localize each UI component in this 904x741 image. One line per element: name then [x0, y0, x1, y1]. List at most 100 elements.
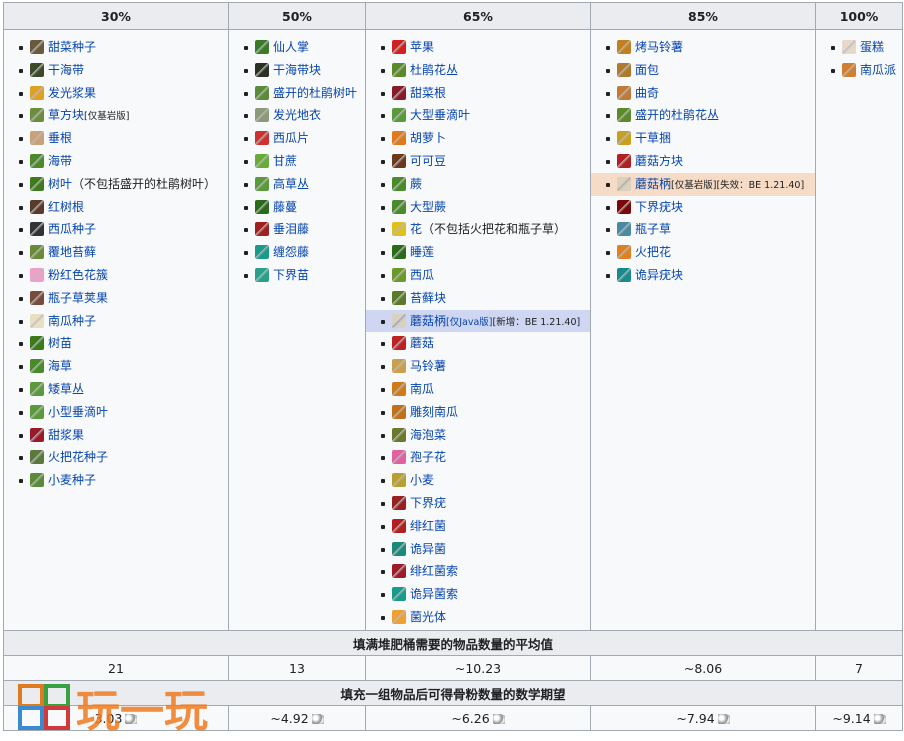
- item-link[interactable]: 绯红菌: [410, 519, 446, 533]
- item-link[interactable]: 火把花种子: [48, 450, 108, 464]
- item-link[interactable]: 藤蔓: [273, 200, 297, 214]
- item-link[interactable]: 干海带: [48, 63, 84, 77]
- item-link[interactable]: 诡异疣块: [635, 268, 683, 282]
- item-link[interactable]: 西瓜: [410, 268, 434, 282]
- item-link[interactable]: 烤马铃薯: [635, 40, 683, 54]
- bullet: [19, 114, 23, 119]
- expect-number: 3.03: [94, 710, 123, 726]
- list-item: 南瓜派: [816, 59, 902, 82]
- bullet: [244, 137, 248, 142]
- item-link[interactable]: 海草: [48, 359, 72, 373]
- item-link[interactable]: 菌光体: [410, 610, 446, 624]
- apple-icon: [392, 40, 406, 54]
- item-link[interactable]: 西瓜片: [273, 131, 309, 145]
- item-link[interactable]: 南瓜种子: [48, 314, 96, 328]
- item-link[interactable]: 蕨: [410, 177, 422, 191]
- item-link[interactable]: 干海带块: [273, 63, 321, 77]
- cake-icon: [842, 40, 856, 54]
- item-link[interactable]: 甜浆果: [48, 428, 84, 442]
- item-link[interactable]: 干草捆: [635, 131, 671, 145]
- item-link[interactable]: 睡莲: [410, 245, 434, 259]
- item-link[interactable]: 面包: [635, 63, 659, 77]
- item-link[interactable]: 诡异菌: [410, 542, 446, 556]
- bullet: [19, 68, 23, 73]
- item-link[interactable]: 红树根: [48, 200, 84, 214]
- list-item: 甘蔗: [229, 150, 365, 173]
- item-link[interactable]: 南瓜派: [860, 63, 896, 77]
- item-link[interactable]: 下界疣: [410, 496, 446, 510]
- item-link[interactable]: 甜菜种子: [48, 40, 96, 54]
- mushroom-icon: [392, 336, 406, 351]
- leaves-icon: [30, 176, 44, 191]
- item-link[interactable]: 垂根: [48, 131, 72, 145]
- edition-note[interactable]: [仅基岩版]: [671, 180, 716, 191]
- item-link[interactable]: 马铃薯: [410, 359, 446, 373]
- item-link[interactable]: 瓶子草荚果: [48, 291, 108, 305]
- item-link[interactable]: 南瓜: [410, 382, 434, 396]
- item-link[interactable]: 绯红菌索: [410, 564, 458, 578]
- item-link[interactable]: 火把花: [635, 245, 671, 259]
- item-link[interactable]: 覆地苔藓: [48, 245, 96, 259]
- item-link[interactable]: 草方块: [48, 108, 84, 122]
- item-link[interactable]: 海带: [48, 154, 72, 168]
- item-link[interactable]: 孢子花: [410, 450, 446, 464]
- shroomlight-icon: [392, 609, 406, 624]
- item-link[interactable]: 发光地衣: [273, 108, 321, 122]
- item-link[interactable]: 蘑菇柄: [635, 177, 671, 191]
- item-link[interactable]: 小麦: [410, 473, 434, 487]
- item-link[interactable]: 大型垂滴叶: [410, 108, 470, 122]
- bread-icon: [617, 62, 631, 77]
- item-link[interactable]: 下界疣块: [635, 200, 683, 214]
- item-link[interactable]: 蘑菇方块: [635, 154, 683, 168]
- item-link[interactable]: 诡异菌索: [410, 587, 458, 601]
- item-link[interactable]: 蛋糕: [860, 40, 884, 54]
- list-item: 干海带块: [229, 59, 365, 82]
- item-link[interactable]: 甘蔗: [273, 154, 297, 168]
- item-link[interactable]: 苔藓块: [410, 291, 446, 305]
- item-link[interactable]: 甜菜根: [410, 86, 446, 100]
- bullet: [19, 319, 23, 324]
- version-note[interactable]: [新增：BE 1.21.40]: [493, 317, 581, 328]
- item-link[interactable]: 盛开的杜鹃树叶: [273, 86, 357, 100]
- item-link[interactable]: 缠怨藤: [273, 245, 309, 259]
- item-link[interactable]: 矮草丛: [48, 382, 84, 396]
- edition-note[interactable]: [仅Java版]: [446, 317, 492, 328]
- item-link[interactable]: 粉红色花簇: [48, 268, 108, 282]
- item-link[interactable]: 可可豆: [410, 154, 446, 168]
- item-link[interactable]: 雕刻南瓜: [410, 405, 458, 419]
- short-grass-icon: [30, 381, 44, 396]
- moss-block-icon: [392, 290, 406, 305]
- item-link[interactable]: 曲奇: [635, 86, 659, 100]
- item-link[interactable]: 海泡菜: [410, 428, 446, 442]
- item-link[interactable]: 垂泪藤: [273, 222, 309, 236]
- item-link[interactable]: 树叶: [48, 177, 72, 191]
- item-link[interactable]: 蘑菇: [410, 336, 434, 350]
- item-link[interactable]: 盛开的杜鹃花丛: [635, 108, 719, 122]
- item-link[interactable]: 下界苗: [273, 268, 309, 282]
- item-link[interactable]: 树苗: [48, 336, 72, 350]
- bullet: [606, 182, 610, 187]
- edition-note[interactable]: [仅基岩版]: [84, 111, 129, 122]
- item-link[interactable]: 花: [410, 222, 422, 236]
- item-link[interactable]: 仙人掌: [273, 40, 309, 54]
- bullet: [19, 205, 23, 210]
- grass-block-icon: [30, 108, 44, 123]
- item-link[interactable]: 胡萝卜: [410, 131, 446, 145]
- small-dripleaf-icon: [30, 404, 44, 419]
- avg-header: 填满堆肥桶需要的物品数量的平均值: [3, 630, 903, 656]
- version-note[interactable]: [失效：BE 1.21.40]: [716, 180, 804, 191]
- list-item: 仙人掌: [229, 36, 365, 59]
- item-link[interactable]: 苹果: [410, 40, 434, 54]
- item-link[interactable]: 杜鹃花丛: [410, 63, 458, 77]
- item-link[interactable]: 小麦种子: [48, 473, 96, 487]
- list-item: 盛开的杜鹃花丛: [591, 104, 815, 127]
- item-link[interactable]: 发光浆果: [48, 86, 96, 100]
- item-link[interactable]: 小型垂滴叶: [48, 405, 108, 419]
- item-link[interactable]: 大型蕨: [410, 200, 446, 214]
- avg-value-100: 7: [815, 655, 903, 681]
- item-link[interactable]: 蘑菇柄: [410, 314, 446, 328]
- item-link[interactable]: 高草丛: [273, 177, 309, 191]
- item-link[interactable]: 西瓜种子: [48, 222, 96, 236]
- item-link[interactable]: 瓶子草: [635, 222, 671, 236]
- expect-values-row: 3.03 ~4.92 ~6.26 ~7.94 ~9.14: [3, 705, 903, 731]
